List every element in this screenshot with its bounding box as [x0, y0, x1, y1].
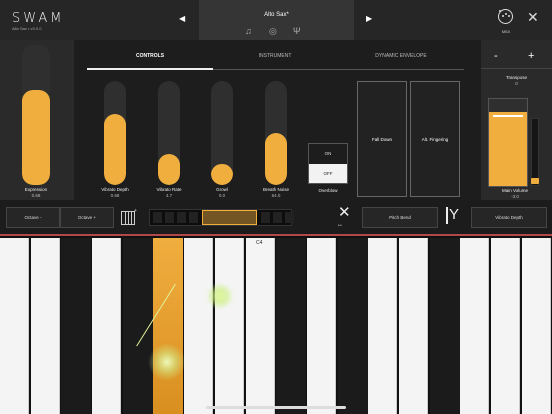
next-preset-button[interactable]: ▶ [366, 14, 372, 23]
vibrato-rate-slider[interactable] [158, 81, 180, 185]
transpose-minus-button[interactable]: - [494, 50, 498, 62]
octave-up-button[interactable]: Octave + [60, 207, 114, 228]
overblow-toggle[interactable]: ON OFF [308, 143, 348, 184]
vibrato-depth-label: Vibrato Depth [101, 187, 129, 192]
breath-noise-label: Breath Noise [262, 187, 289, 192]
white-key-c4[interactable] [246, 238, 275, 414]
home-indicator [206, 406, 346, 409]
slider-fill [158, 153, 180, 185]
touch-point-secondary [206, 282, 234, 310]
tab-instrument[interactable]: INSTRUMENT [213, 53, 337, 59]
black-key[interactable] [430, 238, 460, 414]
octave-down-button[interactable]: Octave - [6, 207, 60, 228]
black-key[interactable] [338, 238, 368, 414]
transpose-label: Transpose [505, 75, 528, 80]
tab-active-indicator [87, 68, 213, 70]
black-key[interactable] [276, 238, 306, 414]
main-volume-slider[interactable] [488, 98, 528, 187]
alt-fingering-pad[interactable]: Alt. Fingering [410, 81, 460, 197]
keyboard-range-strip[interactable] [149, 209, 294, 226]
tab-dynamic-envelope[interactable]: DYNAMIC ENVELOPE [339, 53, 463, 59]
white-key[interactable] [460, 238, 489, 414]
app-logo: SWAM [12, 11, 65, 26]
main-volume-handle[interactable] [493, 115, 523, 118]
white-key[interactable] [522, 238, 551, 414]
keyboard-range-icon[interactable] [121, 211, 135, 225]
close-icon[interactable]: ✕ [527, 10, 539, 24]
vibrato-depth-slider[interactable] [104, 81, 126, 185]
tuning-fork-icon[interactable]: Ψ [293, 26, 301, 36]
tab-controls[interactable]: CONTROLS [88, 53, 212, 59]
c4-note-label: C4 [256, 240, 263, 246]
slider-fill [22, 89, 50, 185]
app-version: Alto Sax • v3.0.0 [12, 26, 42, 31]
plus-small-icon: + [134, 208, 137, 214]
slider-fill [104, 114, 126, 185]
vibrato-rate-label: Vibrato Rate [156, 187, 182, 192]
expression-slider[interactable] [22, 45, 50, 185]
growl-label: Growl [216, 187, 228, 192]
piano-keyboard[interactable] [0, 234, 552, 414]
white-key[interactable] [184, 238, 213, 414]
growl-value: 0.0 [218, 193, 226, 198]
midi-icon[interactable] [498, 9, 513, 24]
growl-slider[interactable] [211, 81, 233, 185]
transpose-value: 0 [515, 81, 518, 86]
black-key[interactable] [61, 238, 91, 414]
alt-fingering-label: Alt. Fingering [421, 137, 449, 142]
slider-fill [211, 164, 233, 185]
visible-range-window[interactable] [202, 210, 257, 225]
overblow-off-option[interactable]: OFF [309, 164, 347, 183]
overblow-label: Overblow [318, 188, 338, 193]
touch-point-primary [148, 343, 186, 381]
white-key[interactable] [0, 238, 29, 414]
x-axis-icon[interactable]: ✕ [338, 205, 351, 220]
folder-icon[interactable] [531, 178, 539, 184]
pitch-bend-button[interactable]: Pitch Bend [362, 207, 438, 228]
transpose-plus-button[interactable]: + [528, 50, 534, 62]
y-axis-arrow-icon [446, 207, 448, 224]
main-volume-label: Main Volume [501, 188, 528, 193]
overblow-on-option[interactable]: ON [309, 144, 347, 164]
black-key-active[interactable] [153, 238, 183, 414]
white-key[interactable] [368, 238, 397, 414]
fall-down-pad[interactable]: Fall Down [357, 81, 407, 197]
breath-noise-slider[interactable] [265, 81, 287, 185]
preset-icon-group: ♫ ◎ Ψ [245, 26, 305, 36]
white-key[interactable] [92, 238, 121, 414]
white-key[interactable] [307, 238, 336, 414]
vibrato-depth-button[interactable]: Vibrato Depth [471, 207, 547, 228]
level-meter [531, 118, 539, 186]
breath-noise-value: 64.0 [271, 193, 281, 198]
expression-label: Expression [24, 187, 48, 192]
fall-down-label: Fall Down [371, 137, 392, 142]
x-axis-arrow-icon: ↔ [337, 222, 343, 228]
main-volume-value: -3.0 [511, 194, 519, 199]
slider-fill [265, 133, 287, 185]
vibrato-rate-value: 4.7 [165, 193, 173, 198]
white-key[interactable] [215, 238, 244, 414]
white-key[interactable] [491, 238, 520, 414]
transpose-divider [481, 68, 552, 69]
main-volume-fill [489, 112, 527, 186]
music-note-icon[interactable]: ♫ [245, 26, 252, 36]
white-key[interactable] [399, 238, 428, 414]
preset-name: Alto Sax* [264, 12, 289, 18]
target-icon[interactable]: ◎ [269, 26, 277, 37]
vibrato-depth-value: 0.68 [110, 193, 120, 198]
y-axis-icon[interactable]: Y [449, 207, 459, 222]
white-key[interactable] [31, 238, 60, 414]
midi-label: MIDI [501, 29, 511, 34]
prev-preset-button[interactable]: ◀ [179, 14, 185, 23]
expression-value: 0.68 [31, 193, 41, 198]
